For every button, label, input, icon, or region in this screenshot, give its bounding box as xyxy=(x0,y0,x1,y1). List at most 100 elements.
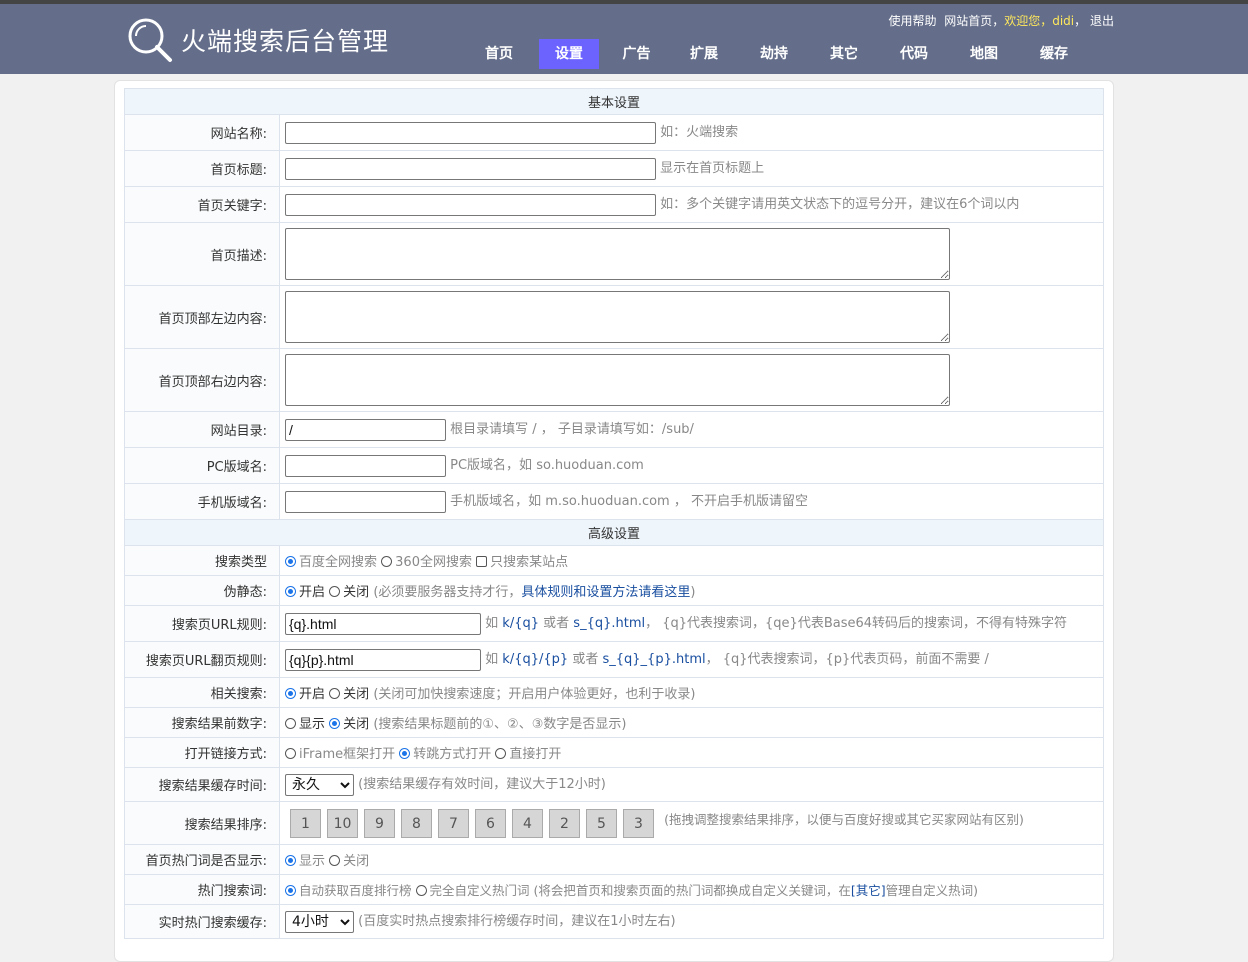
page-rule-note: ， {q}代表搜索词，{p}代表页码，前面不需要 / xyxy=(705,652,989,668)
label-url-rule: 搜索页URL规则: xyxy=(124,605,280,642)
sort-item[interactable]: 7 xyxy=(438,808,469,838)
sort-item[interactable]: 3 xyxy=(623,808,654,838)
site-home-link[interactable]: 网站首页， xyxy=(944,14,1004,28)
open-redirect-label: 转跳方式打开 xyxy=(413,747,492,762)
sort-item[interactable]: 6 xyxy=(475,808,506,838)
top-left-textarea[interactable] xyxy=(285,291,950,343)
hot-show-on-label: 显示 xyxy=(299,854,326,869)
search-type-360-radio[interactable] xyxy=(381,556,393,567)
sort-item[interactable]: 1 xyxy=(290,808,321,838)
top-links: 使用帮助 网站首页，欢迎您，didi， 退出 xyxy=(889,12,1114,29)
home-title-input[interactable] xyxy=(285,157,656,180)
logout-link[interactable]: 退出 xyxy=(1090,14,1114,28)
hint-home-keywords: 如：多个关键字请用英文状态下的逗号分开，建议在6个词以内 xyxy=(660,197,1020,213)
hot-show-on-radio[interactable] xyxy=(285,855,296,866)
url-rule-example1: k/{q} xyxy=(502,616,539,632)
nav-home[interactable]: 首页 xyxy=(464,39,534,69)
related-on-label: 开启 xyxy=(299,687,326,702)
url-rule-or: 或者 xyxy=(543,616,570,632)
realtime-cache-select[interactable]: 4小时 xyxy=(285,910,354,933)
home-desc-textarea[interactable] xyxy=(285,228,950,280)
label-rewrite: 伪静态: xyxy=(124,575,280,606)
search-type-baidu-radio[interactable] xyxy=(285,556,296,567)
sort-item[interactable]: 5 xyxy=(586,808,617,838)
number-off-radio[interactable] xyxy=(329,718,341,729)
hot-custom-radio[interactable] xyxy=(415,885,427,896)
number-note: (搜索结果标题前的①、②、③数字是否显示) xyxy=(373,717,627,732)
related-off-radio[interactable] xyxy=(329,688,341,699)
other-link[interactable]: [其它] xyxy=(851,883,886,898)
number-off-label: 关闭 xyxy=(343,717,370,732)
rewrite-on-radio[interactable] xyxy=(285,586,296,597)
page-rule-input[interactable] xyxy=(285,648,481,671)
header: 火端搜索后台管理 使用帮助 网站首页，欢迎您，didi， 退出 首页 设置 广告… xyxy=(0,4,1248,74)
hot-show-off-radio[interactable] xyxy=(329,855,341,866)
sort-item[interactable]: 4 xyxy=(512,808,543,838)
section-basic: 基本设置 xyxy=(124,88,1104,115)
main-nav: 首页 设置 广告 扩展 劫持 其它 代码 地图 缓存 xyxy=(464,39,1089,69)
sort-item[interactable]: 9 xyxy=(364,808,395,838)
number-show-radio[interactable] xyxy=(285,718,296,729)
label-sort: 搜索结果排序: xyxy=(124,801,280,845)
top-right-textarea[interactable] xyxy=(285,354,950,406)
cache-time-select[interactable]: 永久 xyxy=(285,773,354,796)
settings-table: 基本设置 网站名称: 如：火端搜索 首页标题: 显示在首页标题上 首页关键字: … xyxy=(124,88,1104,939)
cache-time-note: (搜索结果缓存有效时间，建议大于12小时) xyxy=(358,777,606,793)
label-site-name: 网站名称: xyxy=(124,114,280,151)
related-on-radio[interactable] xyxy=(285,688,296,699)
home-keywords-input[interactable] xyxy=(285,193,656,216)
sort-item[interactable]: 2 xyxy=(549,808,580,838)
search-type-baidu-label: 百度全网搜索 xyxy=(299,555,378,570)
label-home-desc: 首页描述: xyxy=(124,222,280,286)
number-show-label: 显示 xyxy=(299,717,326,732)
search-type-360-label: 360全网搜索 xyxy=(395,555,472,570)
hint-home-title: 显示在首页标题上 xyxy=(660,161,765,177)
pc-domain-input[interactable] xyxy=(285,454,446,477)
hot-show-off-label: 关闭 xyxy=(343,854,370,869)
sort-item[interactable]: 8 xyxy=(401,808,432,838)
url-rule-input[interactable] xyxy=(285,612,481,635)
url-rule-note: ， {q}代表搜索词，{qe}代表Base64转码后的搜索词，不得有特殊字符 xyxy=(645,616,1068,632)
open-redirect-radio[interactable] xyxy=(399,748,411,759)
nav-hijack[interactable]: 劫持 xyxy=(739,39,809,69)
label-pc-domain: PC版域名: xyxy=(124,447,280,484)
hint-site-dir: 根目录请填写 / ， 子目录请填写如：/sub/ xyxy=(450,422,694,438)
nav-settings[interactable]: 设置 xyxy=(539,39,599,69)
rewrite-off-radio[interactable] xyxy=(329,586,341,597)
rewrite-on-label: 开启 xyxy=(299,585,326,600)
site-only-checkbox[interactable] xyxy=(476,556,488,567)
sep: ， xyxy=(1074,14,1087,28)
open-iframe-radio[interactable] xyxy=(285,748,296,759)
welcome-text: 欢迎您， xyxy=(1004,14,1053,28)
app-title: 火端搜索后台管理 xyxy=(181,27,390,56)
site-name-input[interactable] xyxy=(285,121,656,144)
sort-item[interactable]: 10 xyxy=(327,808,358,838)
page-rule-example1: k/{q}/{p} xyxy=(502,652,569,668)
label-cache-time: 搜索结果缓存时间: xyxy=(124,767,280,802)
label-hot-show: 首页热门词是否显示: xyxy=(124,844,280,875)
nav-extend[interactable]: 扩展 xyxy=(669,39,739,69)
hint-pc-domain: PC版域名，如 so.huoduan.com xyxy=(450,458,644,474)
username: didi xyxy=(1052,14,1075,28)
label-top-right: 首页顶部右边内容: xyxy=(124,348,280,412)
label-realtime-cache: 实时热门搜索缓存: xyxy=(124,904,280,939)
page-rule-or: 或者 xyxy=(572,652,599,668)
rewrite-rules-link[interactable]: 具体规则和设置方法请看这里 xyxy=(521,585,690,600)
hot-auto-radio[interactable] xyxy=(285,885,296,896)
realtime-cache-note: (百度实时热点搜索排行榜缓存时间，建议在1小时左右) xyxy=(358,914,676,930)
nav-ads[interactable]: 广告 xyxy=(604,39,669,69)
site-dir-input[interactable] xyxy=(285,418,446,441)
rewrite-off-label: 关闭 xyxy=(343,585,370,600)
nav-cache[interactable]: 缓存 xyxy=(1019,39,1089,69)
label-hot-words: 热门搜索词: xyxy=(124,874,280,905)
label-related: 相关搜索: xyxy=(124,677,280,708)
nav-sitemap[interactable]: 地图 xyxy=(949,39,1019,69)
mobile-domain-input[interactable] xyxy=(285,490,446,513)
label-top-left: 首页顶部左边内容: xyxy=(124,285,280,349)
open-direct-radio[interactable] xyxy=(495,748,507,759)
help-link[interactable]: 使用帮助 xyxy=(889,14,937,28)
related-note: (关闭可加快搜索速度；开启用户体验更好，也利于收录) xyxy=(373,687,696,702)
nav-other[interactable]: 其它 xyxy=(809,39,879,69)
hot-custom-label: 完全自定义热门词 xyxy=(429,883,530,898)
nav-code[interactable]: 代码 xyxy=(879,39,949,69)
